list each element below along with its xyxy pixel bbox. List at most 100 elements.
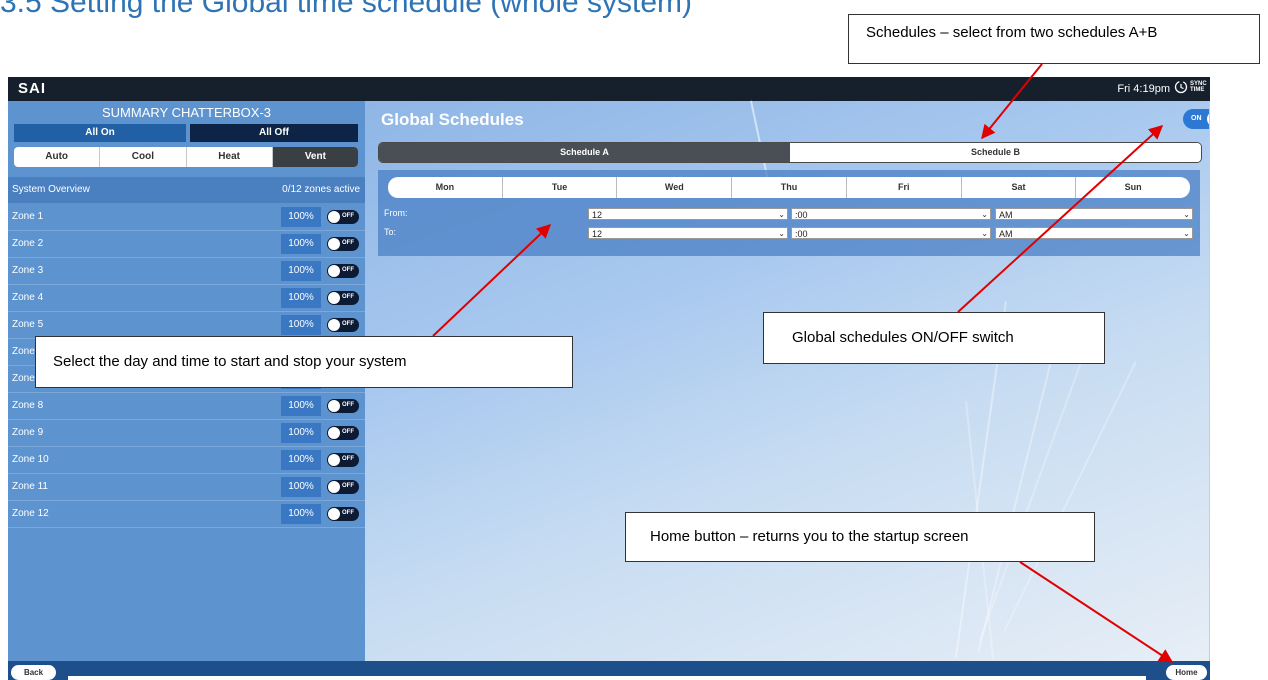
from-hour-select[interactable]: 12 ⌄ — [588, 208, 788, 220]
chevron-down-icon: ⌄ — [1183, 229, 1190, 238]
toggle-off-label: OFF — [342, 294, 354, 300]
summary-title: SUMMARY CHATTERBOX-3 — [101, 105, 272, 120]
callout-home-button: Home button – returns you to the startup… — [625, 512, 1095, 562]
zone-row[interactable]: Zone 1 100% OFF — [8, 204, 365, 231]
toggle-off-label: OFF — [342, 456, 354, 462]
home-button[interactable]: Home — [1166, 665, 1207, 680]
zone-percent-button[interactable]: 100% — [281, 423, 321, 443]
toggle-off-label: OFF — [342, 240, 354, 246]
zone-percent-button[interactable]: 100% — [281, 288, 321, 308]
zone-power-toggle[interactable]: OFF — [327, 399, 359, 413]
callout-onoff-switch: Global schedules ON/OFF switch — [763, 312, 1105, 364]
system-overview-row[interactable]: System Overview 0/12 zones active — [8, 177, 365, 203]
global-schedules-toggle[interactable]: ON — [1183, 109, 1210, 129]
zone-row[interactable]: Zone 9 100% OFF — [8, 420, 365, 447]
zone-row[interactable]: Zone 4 100% OFF — [8, 285, 365, 312]
toggle-off-label: OFF — [342, 510, 354, 516]
mode-heat-button[interactable]: Heat — [187, 147, 273, 167]
zone-power-toggle[interactable]: OFF — [327, 453, 359, 467]
zone-power-toggle[interactable]: OFF — [327, 318, 359, 332]
zone-power-toggle[interactable]: OFF — [327, 264, 359, 278]
mode-vent-button[interactable]: Vent — [272, 147, 358, 167]
toggle-off-label: OFF — [342, 213, 354, 219]
chevron-down-icon: ⌄ — [981, 210, 988, 219]
zone-power-toggle[interactable]: OFF — [327, 507, 359, 521]
sync-time-label: SYNC TIME — [1190, 81, 1207, 93]
clock: Fri 4:19pm — [1117, 83, 1170, 95]
day-fri-button[interactable]: Fri — [847, 177, 962, 198]
sync-time-button[interactable]: SYNC TIME — [1174, 80, 1207, 94]
toggle-knob — [328, 211, 340, 223]
toggle-knob — [328, 238, 340, 250]
all-off-button[interactable]: All Off — [190, 124, 358, 142]
from-label: From: — [384, 208, 408, 218]
zone-percent-button[interactable]: 100% — [281, 234, 321, 254]
system-overview-label: System Overview — [12, 184, 90, 195]
toggle-off-label: OFF — [342, 267, 354, 273]
zone-percent-button[interactable]: 100% — [281, 261, 321, 281]
zone-power-toggle[interactable]: OFF — [327, 291, 359, 305]
toggle-knob — [328, 427, 340, 439]
toggle-off-label: OFF — [342, 483, 354, 489]
mode-selector: Auto Cool Heat Vent — [14, 147, 358, 167]
zone-percent-button[interactable]: 100% — [281, 207, 321, 227]
zone-name: Zone 8 — [12, 400, 44, 411]
day-sun-button[interactable]: Sun — [1076, 177, 1190, 198]
callout-schedules: Schedules – select from two schedules A+… — [848, 14, 1260, 64]
top-bar: SAI Fri 4:19pm SYNC TIME — [8, 77, 1210, 101]
zone-percent-button[interactable]: 100% — [281, 396, 321, 416]
zone-name: Zone 11 — [12, 481, 48, 492]
global-schedules-title: Global Schedules — [381, 110, 524, 129]
zones-active-count: 0/12 zones active — [282, 184, 360, 195]
zone-percent-button[interactable]: 100% — [281, 504, 321, 524]
to-ampm-select[interactable]: AM ⌄ — [995, 227, 1193, 239]
day-selector: Mon Tue Wed Thu Fri Sat Sun — [388, 177, 1190, 198]
zone-row[interactable]: Zone 12 100% OFF — [8, 501, 365, 528]
document-heading: 3.5 Setting the Global time schedule (wh… — [0, 0, 693, 19]
zone-name: Zone 9 — [12, 427, 44, 438]
background-streak — [1003, 361, 1137, 632]
clock-icon — [1174, 80, 1188, 94]
scrollbar[interactable] — [1209, 101, 1210, 661]
zone-row[interactable]: Zone 8 100% OFF — [8, 393, 365, 420]
tab-schedule-b[interactable]: Schedule B — [790, 143, 1201, 162]
day-wed-button[interactable]: Wed — [617, 177, 733, 198]
zone-row[interactable]: Zone 3 100% OFF — [8, 258, 365, 285]
all-on-button[interactable]: All On — [14, 124, 186, 142]
zone-percent-button[interactable]: 100% — [281, 315, 321, 335]
sai-logo: SAI — [18, 80, 47, 97]
from-ampm-select[interactable]: AM ⌄ — [995, 208, 1193, 220]
zone-percent-button[interactable]: 100% — [281, 450, 321, 470]
toggle-knob — [328, 454, 340, 466]
zone-name: Zone 4 — [12, 292, 44, 303]
callout-select-day: Select the day and time to start and sto… — [35, 336, 573, 388]
day-thu-button[interactable]: Thu — [732, 177, 847, 198]
to-hour-select[interactable]: 12 ⌄ — [588, 227, 788, 239]
day-tue-button[interactable]: Tue — [503, 177, 618, 198]
zone-row[interactable]: Zone 10 100% OFF — [8, 447, 365, 474]
toggle-on-label: ON — [1191, 115, 1202, 122]
zone-power-toggle[interactable]: OFF — [327, 426, 359, 440]
zone-power-toggle[interactable]: OFF — [327, 237, 359, 251]
zone-name: Zone 5 — [12, 319, 44, 330]
day-mon-button[interactable]: Mon — [388, 177, 503, 198]
back-button[interactable]: Back — [11, 665, 56, 680]
zone-row[interactable]: Zone 2 100% OFF — [8, 231, 365, 258]
schedule-tabs: Schedule A Schedule B — [378, 142, 1202, 163]
zone-power-toggle[interactable]: OFF — [327, 210, 359, 224]
zone-power-toggle[interactable]: OFF — [327, 480, 359, 494]
from-minute-select[interactable]: :00 ⌄ — [791, 208, 991, 220]
chevron-down-icon: ⌄ — [1183, 210, 1190, 219]
day-sat-button[interactable]: Sat — [962, 177, 1077, 198]
zone-name: Zone 1 — [12, 211, 44, 222]
toggle-off-label: OFF — [342, 402, 354, 408]
tab-schedule-a[interactable]: Schedule A — [379, 143, 790, 162]
zone-row[interactable]: Zone 5 100% OFF — [8, 312, 365, 339]
mode-cool-button[interactable]: Cool — [100, 147, 187, 167]
zone-name: Zone 2 — [12, 238, 44, 249]
zone-percent-button[interactable]: 100% — [281, 477, 321, 497]
to-minute-select[interactable]: :00 ⌄ — [791, 227, 991, 239]
mode-auto-button[interactable]: Auto — [14, 147, 101, 167]
zone-name: Zone 12 — [12, 508, 49, 519]
zone-row[interactable]: Zone 11 100% OFF — [8, 474, 365, 501]
